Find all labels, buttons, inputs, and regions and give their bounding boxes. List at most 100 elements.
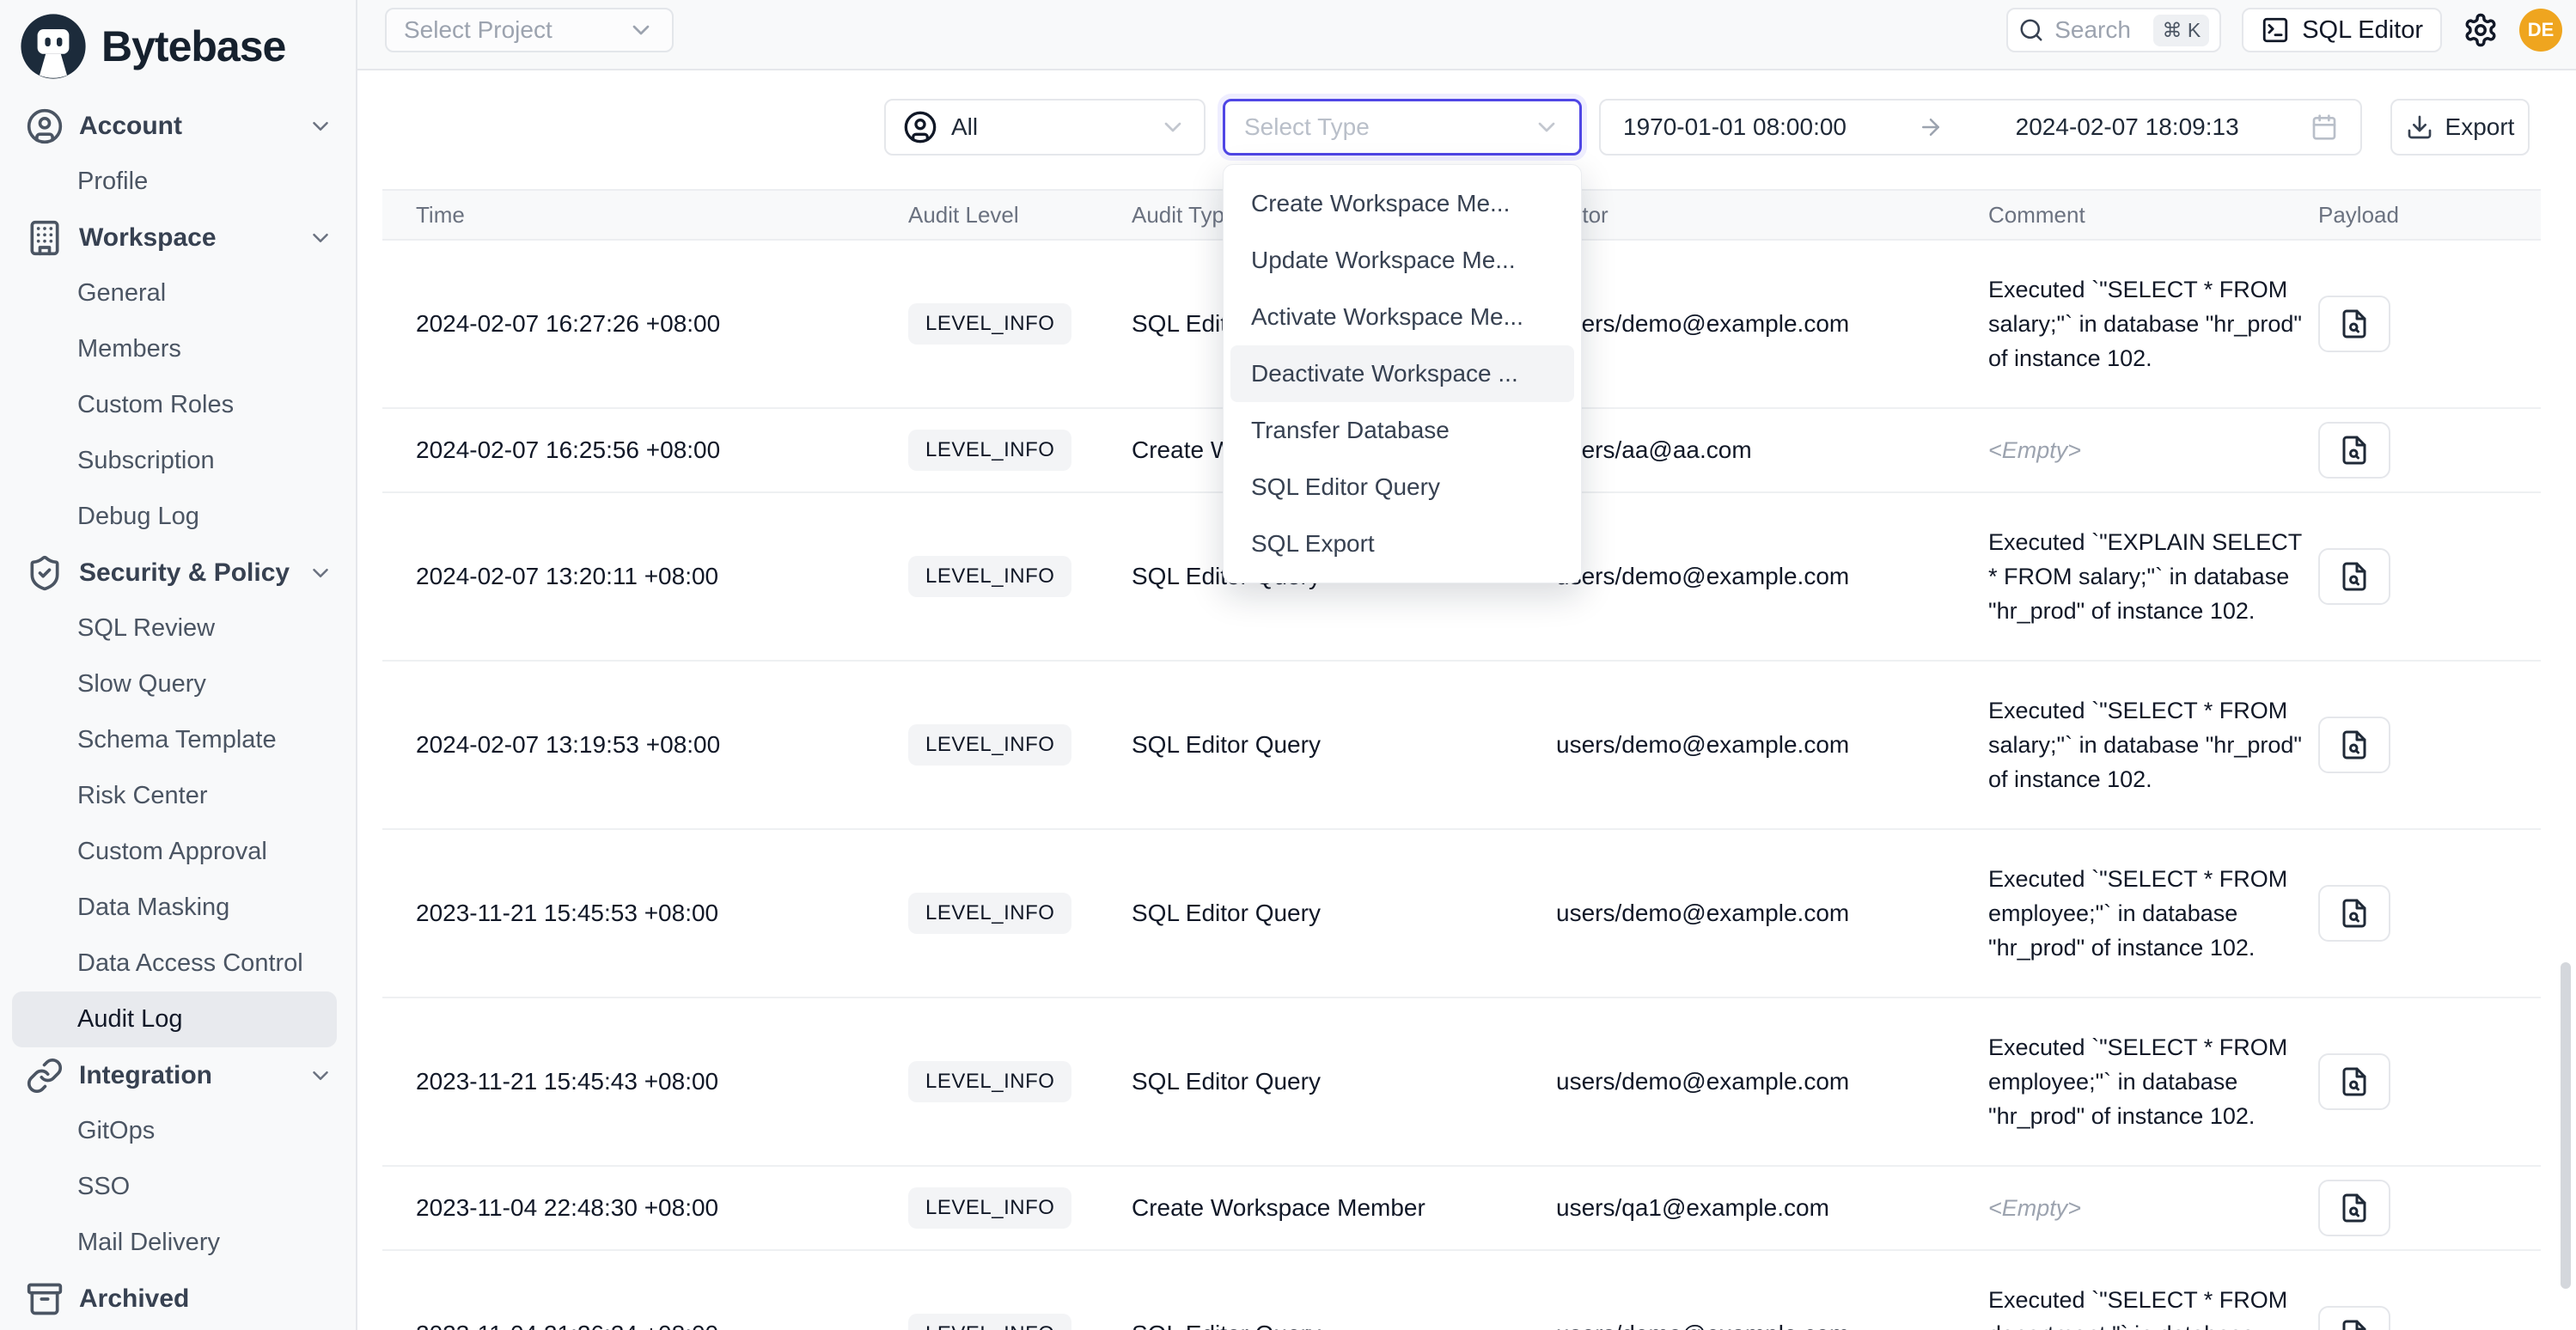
sidebar-item-gitops[interactable]: GitOps — [0, 1103, 356, 1159]
view-payload-button[interactable] — [2318, 1306, 2390, 1330]
view-payload-button[interactable] — [2318, 885, 2390, 942]
date-range-picker[interactable]: 1970-01-01 08:00:00 2024-02-07 18:09:13 — [1599, 99, 2362, 156]
topbar-actions: Search ⌘ K SQL Editor DE — [2006, 8, 2562, 52]
sidebar-item-label: Integration — [79, 1061, 212, 1090]
sidebar-item-members[interactable]: Members — [0, 321, 356, 377]
menu-item-deactivate-workspace-member[interactable]: Deactivate Workspace ... — [1230, 345, 1574, 402]
chevron-down-icon — [308, 113, 333, 139]
sidebar-item-label: Data Masking — [77, 894, 229, 922]
sidebar-item-label: Debug Log — [77, 503, 199, 531]
brand-name: Bytebase — [101, 21, 285, 71]
sidebar-item-data-masking[interactable]: Data Masking — [0, 880, 356, 936]
sidebar-item-data-access-control[interactable]: Data Access Control — [0, 936, 356, 991]
avatar[interactable]: DE — [2519, 9, 2562, 52]
file-search-icon — [2339, 561, 2370, 592]
sidebar-item-debug-log[interactable]: Debug Log — [0, 489, 356, 545]
sidebar-item-audit-log[interactable]: Audit Log — [12, 991, 337, 1047]
view-payload-button[interactable] — [2318, 548, 2390, 605]
cell-audit-level: LEVEL_INFO — [902, 556, 1126, 597]
export-label: Export — [2445, 113, 2515, 141]
cell-comment: Executed `"SELECT * FROM department;"` i… — [1985, 1283, 2303, 1330]
sidebar-item-custom-approval[interactable]: Custom Approval — [0, 824, 356, 880]
sidebar-item-slow-query[interactable]: Slow Query — [0, 656, 356, 712]
file-search-icon — [2339, 308, 2370, 339]
sidebar-item-risk-center[interactable]: Risk Center — [0, 768, 356, 824]
sidebar-item-account[interactable]: Account — [0, 98, 356, 154]
gear-icon[interactable] — [2463, 12, 2499, 48]
view-payload-button[interactable] — [2318, 422, 2390, 479]
view-payload-button[interactable] — [2318, 296, 2390, 352]
cell-audit-type: SQL Editor Query — [1126, 1321, 1551, 1330]
cell-audit-level: LEVEL_INFO — [902, 430, 1126, 471]
building-icon — [26, 219, 64, 257]
cell-actor: users/demo@example.com — [1551, 1321, 1985, 1330]
sidebar-item-label: SSO — [77, 1173, 130, 1201]
cell-payload — [2303, 548, 2541, 605]
file-search-icon — [2339, 1319, 2370, 1330]
scrollbar-thumb[interactable] — [2561, 962, 2571, 1289]
cell-actor: users/demo@example.com — [1551, 310, 1985, 338]
sidebar-item-schema-template[interactable]: Schema Template — [0, 712, 356, 768]
sidebar-item-sql-review[interactable]: SQL Review — [0, 601, 356, 656]
sidebar-item-profile[interactable]: Profile — [0, 154, 356, 210]
sidebar-item-archived[interactable]: Archived — [0, 1271, 356, 1327]
menu-item-transfer-database[interactable]: Transfer Database — [1230, 402, 1574, 459]
sidebar-item-subscription[interactable]: Subscription — [0, 433, 356, 489]
actor-filter-select[interactable]: All — [884, 99, 1206, 156]
sql-editor-label: SQL Editor — [2302, 16, 2423, 45]
table-row: 2023-11-21 15:45:43 +08:00 LEVEL_INFO SQ… — [382, 998, 2541, 1167]
cell-audit-type: SQL Editor Query — [1126, 731, 1551, 759]
level-badge: LEVEL_INFO — [908, 1061, 1071, 1102]
search-placeholder: Search — [2054, 16, 2131, 44]
type-filter-select[interactable]: Select Type — [1223, 99, 1582, 156]
sidebar-item-sso[interactable]: SSO — [0, 1159, 356, 1215]
sidebar-item-label: Mail Delivery — [77, 1229, 220, 1257]
menu-item-update-workspace-member[interactable]: Update Workspace Me... — [1230, 232, 1574, 289]
cell-audit-type: SQL Editor Query — [1126, 1068, 1551, 1095]
user-circle-icon — [26, 107, 64, 145]
export-button[interactable]: Export — [2390, 99, 2530, 156]
sidebar-item-security-policy[interactable]: Security & Policy — [0, 545, 356, 601]
cell-audit-level: LEVEL_INFO — [902, 1187, 1126, 1229]
sidebar-item-integration[interactable]: Integration — [0, 1047, 356, 1103]
table-row: 2024-02-07 13:19:53 +08:00 LEVEL_INFO SQ… — [382, 662, 2541, 830]
level-badge: LEVEL_INFO — [908, 556, 1071, 597]
sidebar-item-label: Subscription — [77, 447, 215, 475]
menu-item-sql-editor-query[interactable]: SQL Editor Query — [1230, 459, 1574, 516]
search-input[interactable]: Search ⌘ K — [2006, 8, 2221, 52]
cell-payload — [2303, 422, 2541, 479]
audit-log-main: All Select Type 1970-01-01 08:00:00 2024… — [357, 70, 2576, 1330]
cell-payload — [2303, 1306, 2541, 1330]
cell-actor: users/qa1@example.com — [1551, 1194, 1985, 1222]
sql-editor-button[interactable]: SQL Editor — [2242, 8, 2442, 52]
cell-comment: Executed `"SELECT * FROM salary;"` in da… — [1985, 693, 2303, 796]
menu-item-activate-workspace-member[interactable]: Activate Workspace Me... — [1230, 289, 1574, 345]
cell-payload — [2303, 296, 2541, 352]
cell-audit-level: LEVEL_INFO — [902, 303, 1126, 345]
date-range-end: 2024-02-07 18:09:13 — [2016, 113, 2239, 141]
menu-item-sql-export[interactable]: SQL Export — [1230, 516, 1574, 572]
sidebar-item-custom-roles[interactable]: Custom Roles — [0, 377, 356, 433]
user-circle-icon — [903, 110, 937, 144]
actor-filter-value: All — [951, 113, 978, 141]
menu-item-create-workspace-member[interactable]: Create Workspace Me... — [1230, 175, 1574, 232]
view-payload-button[interactable] — [2318, 1180, 2390, 1236]
cell-comment: Executed `"SELECT * FROM employee;"` in … — [1985, 862, 2303, 965]
view-payload-button[interactable] — [2318, 717, 2390, 773]
bytebase-logo-icon — [19, 12, 88, 81]
project-select[interactable]: Select Project — [385, 8, 674, 52]
sidebar-item-label: Archived — [79, 1284, 189, 1314]
level-badge: LEVEL_INFO — [908, 1314, 1071, 1330]
sidebar-item-workspace[interactable]: Workspace — [0, 210, 356, 265]
sidebar-item-general[interactable]: General — [0, 265, 356, 321]
chevron-down-icon — [308, 560, 333, 586]
view-payload-button[interactable] — [2318, 1053, 2390, 1110]
column-header-time: Time — [382, 202, 902, 229]
sidebar-item-label: Audit Log — [77, 1005, 183, 1034]
file-search-icon — [2339, 729, 2370, 760]
avatar-initials: DE — [2528, 19, 2555, 41]
cell-comment: Executed `"SELECT * FROM salary;"` in da… — [1985, 272, 2303, 375]
shield-check-icon — [26, 554, 64, 592]
bytebase-logo[interactable]: Bytebase — [0, 0, 356, 86]
sidebar-item-mail-delivery[interactable]: Mail Delivery — [0, 1215, 356, 1271]
